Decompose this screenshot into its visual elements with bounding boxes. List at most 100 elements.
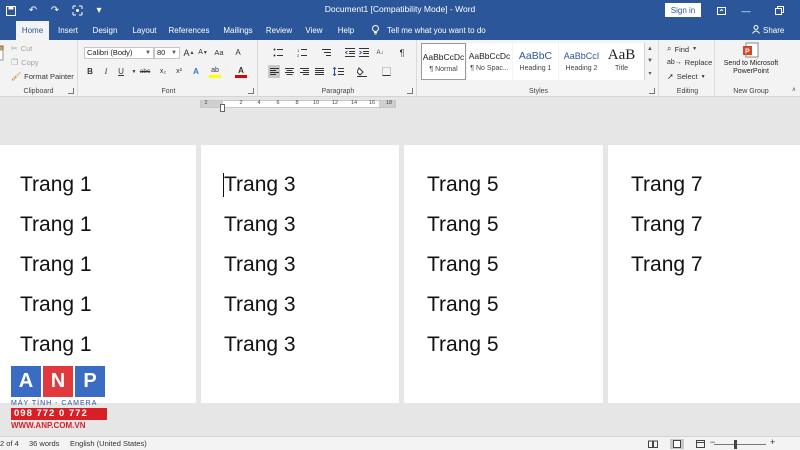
text-line: Trang 3 — [224, 173, 296, 196]
tab-view[interactable]: View — [302, 21, 326, 40]
collapse-ribbon-icon[interactable]: ∧ — [792, 86, 796, 93]
zoom-slider-thumb[interactable] — [733, 440, 737, 449]
indent-marker[interactable] — [220, 104, 225, 112]
gallery-more-icon[interactable]: ▾ — [648, 70, 651, 77]
align-center-button[interactable] — [283, 65, 295, 78]
tab-help[interactable]: Help — [334, 21, 358, 40]
style-heading-1[interactable]: AaBbC Heading 1 — [513, 43, 558, 80]
customize-icon[interactable]: ▾ — [88, 0, 110, 21]
share-button[interactable]: Share — [752, 21, 784, 40]
strikethrough-button[interactable]: abc — [138, 65, 152, 78]
styles-gallery-scroll[interactable]: ▲ ▼ ▾ — [644, 43, 655, 80]
save-icon[interactable] — [0, 0, 22, 21]
tab-layout[interactable]: Layout — [128, 21, 161, 40]
page-4[interactable]: Trang 7 Trang 7 Trang 7 — [608, 145, 800, 403]
shrink-font-button[interactable]: A ▼ — [197, 46, 209, 59]
font-launcher-icon[interactable] — [248, 88, 254, 94]
align-left-button[interactable] — [268, 65, 280, 78]
tab-insert[interactable]: Insert — [53, 21, 83, 40]
tab-file[interactable] — [0, 21, 14, 40]
paste-button[interactable] — [0, 44, 4, 72]
font-group: Calibri (Body) ▼ 80 ▼ A ▲ A ▼ Aa A B I U ▼… — [80, 40, 258, 97]
paragraph-launcher-icon[interactable] — [407, 88, 413, 94]
text-line: Trang 5 — [427, 293, 499, 316]
clipboard-launcher-icon[interactable] — [68, 88, 74, 94]
page-1[interactable]: Trang 1 Trang 1 Trang 1 Trang 1 Trang 1 — [0, 145, 196, 403]
tab-references[interactable]: References — [166, 21, 212, 40]
read-mode-icon[interactable] — [646, 439, 660, 449]
shading-button[interactable] — [356, 65, 368, 78]
style-no-spacing[interactable]: AaBbCcDc ¶ No Spac... — [467, 43, 512, 80]
zoom-in-button[interactable]: + — [770, 437, 775, 447]
page-2[interactable]: Trang 3 Trang 3 Trang 3 Trang 3 Trang 3 — [201, 145, 399, 403]
bold-button[interactable]: B — [84, 65, 96, 78]
restore-icon[interactable] — [768, 0, 790, 21]
copy-button[interactable]: ❐ Copy — [11, 58, 39, 67]
tab-home[interactable]: Home — [16, 21, 49, 40]
format-painter-button[interactable]: 🖌 Format Painter — [11, 72, 74, 81]
borders-button[interactable] — [380, 65, 392, 78]
print-layout-icon[interactable] — [670, 439, 684, 449]
word-count[interactable]: 36 words — [29, 439, 59, 448]
select-button[interactable]: ➚ Select ▼ — [667, 72, 706, 81]
tell-me-text: Tell me what you want to do — [387, 26, 486, 35]
text-effects-button[interactable]: A — [190, 65, 202, 78]
chevron-up-icon[interactable]: ▲ — [647, 46, 653, 52]
style-title[interactable]: AaB Title — [599, 43, 644, 80]
tab-review[interactable]: Review — [263, 21, 295, 40]
tab-mailings[interactable]: Mailings — [219, 21, 257, 40]
sign-in-button[interactable]: Sign in — [665, 3, 701, 17]
multilevel-list-button[interactable] — [318, 46, 338, 59]
language[interactable]: English (United States) — [70, 439, 147, 448]
undo-icon[interactable]: ↶ — [22, 0, 44, 21]
grow-font-button[interactable]: A ▲ — [183, 46, 195, 59]
chevron-down-icon: ▼ — [145, 50, 151, 56]
replace-button[interactable]: ab→ Replace — [667, 58, 712, 67]
clear-formatting-button[interactable]: A — [232, 46, 244, 59]
cut-button[interactable]: ✂ Cut — [11, 44, 32, 53]
highlight-button[interactable]: ab — [209, 65, 221, 78]
watermark-tagline: MÁY TÍNH - CAMERA — [11, 400, 98, 407]
style-heading-2[interactable]: AaBbCcI Heading 2 — [559, 43, 604, 80]
touch-mode-icon[interactable] — [66, 0, 88, 21]
change-case-button[interactable]: Aa — [213, 46, 225, 59]
increase-indent-button[interactable] — [358, 46, 370, 59]
text-line: Trang 5 — [427, 173, 499, 196]
font-color-button[interactable]: A — [235, 65, 247, 78]
horizontal-ruler[interactable]: 2 2 4 6 8 10 12 14 16 18 — [200, 100, 396, 108]
find-button[interactable]: ⌕ Find ▼ — [667, 44, 697, 54]
superscript-button[interactable]: x² — [173, 65, 185, 78]
page-count[interactable]: 2 of 4 — [0, 439, 19, 448]
page-3[interactable]: Trang 5 Trang 5 Trang 5 Trang 5 Trang 5 — [404, 145, 603, 403]
styles-launcher-icon[interactable] — [649, 88, 655, 94]
bullets-button[interactable] — [270, 46, 290, 59]
replace-icon: ab→ — [667, 59, 682, 66]
redo-icon[interactable]: ↷ — [44, 0, 66, 21]
minimize-icon[interactable]: — — [735, 0, 757, 21]
zoom-out-button[interactable]: − — [710, 437, 715, 447]
justify-button[interactable] — [313, 65, 325, 78]
web-layout-icon[interactable] — [693, 439, 707, 449]
pilcrow-icon[interactable]: ¶ — [396, 46, 408, 59]
chevron-down-icon[interactable]: ▼ — [647, 58, 653, 64]
align-right-button[interactable] — [298, 65, 310, 78]
italic-button[interactable]: I — [100, 65, 112, 78]
style-normal[interactable]: AaBbCcDc ¶ Normal — [421, 43, 466, 80]
zoom-slider[interactable] — [714, 444, 766, 445]
ruler-tick: 6 — [276, 100, 280, 106]
tell-me-box[interactable]: Tell me what you want to do — [372, 21, 486, 40]
sort-button[interactable]: A↓ — [374, 46, 386, 59]
tab-design[interactable]: Design — [88, 21, 122, 40]
underline-button[interactable]: U — [115, 65, 127, 78]
text-line: Trang 3 — [224, 253, 296, 276]
font-name-combo[interactable]: Calibri (Body) ▼ — [84, 47, 154, 59]
ruler-tick: 12 — [331, 100, 339, 106]
send-to-powerpoint-button[interactable]: P Send to Microsoft PowerPoint — [717, 42, 785, 76]
line-spacing-button[interactable] — [332, 65, 344, 78]
style-sample: AaBbCcDc — [422, 51, 465, 62]
font-size-combo[interactable]: 80 ▼ — [154, 47, 180, 59]
decrease-indent-button[interactable] — [344, 46, 356, 59]
subscript-button[interactable]: x₂ — [157, 65, 169, 78]
ribbon-display-icon[interactable] — [710, 0, 732, 21]
numbering-button[interactable]: 12 — [294, 46, 314, 59]
